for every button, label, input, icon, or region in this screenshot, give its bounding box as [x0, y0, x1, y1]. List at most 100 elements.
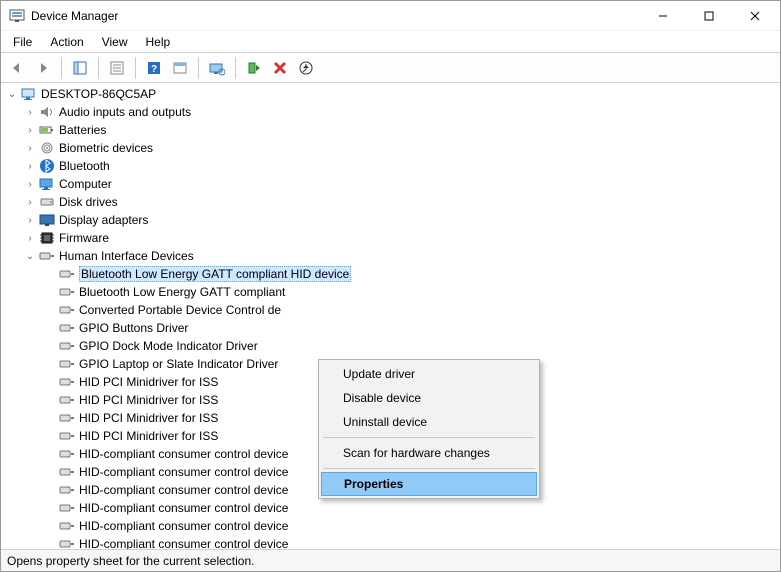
tree-root[interactable]: ⌄ DESKTOP-86QC5AP — [3, 85, 780, 103]
minimize-button[interactable] — [640, 1, 686, 31]
toolbar-action-button[interactable] — [168, 56, 192, 80]
hid-icon — [59, 338, 75, 354]
tree-category-label: Bluetooth — [59, 159, 110, 173]
tree-device-label: HID-compliant consumer control device — [79, 465, 288, 479]
window-title: Device Manager — [31, 9, 118, 23]
expand-icon[interactable]: › — [23, 197, 37, 208]
context-menu-properties[interactable]: Properties — [321, 472, 537, 496]
context-menu-disable-device[interactable]: Disable device — [321, 386, 537, 410]
tree-device-label: HID-compliant consumer control device — [79, 447, 288, 461]
toolbar-enable-button[interactable] — [242, 56, 266, 80]
expand-icon[interactable]: ⌄ — [5, 89, 19, 100]
toolbar-update-button[interactable] — [294, 56, 318, 80]
tree-category-label: Disk drives — [59, 195, 118, 209]
menu-view[interactable]: View — [94, 33, 136, 51]
expand-icon[interactable]: › — [23, 161, 37, 172]
tree-device-item[interactable]: GPIO Dock Mode Indicator Driver — [3, 337, 780, 355]
toolbar-back-button[interactable] — [5, 56, 29, 80]
tree-device-label: Bluetooth Low Energy GATT compliant HID … — [79, 266, 351, 282]
tree-category-label: Human Interface Devices — [59, 249, 194, 263]
disk-icon — [39, 194, 55, 210]
context-menu-uninstall-device[interactable]: Uninstall device — [321, 410, 537, 434]
expand-icon[interactable]: › — [23, 215, 37, 226]
menu-action[interactable]: Action — [42, 33, 91, 51]
expand-icon[interactable]: › — [23, 125, 37, 136]
tree-device-label: GPIO Buttons Driver — [79, 321, 188, 335]
statusbar-text: Opens property sheet for the current sel… — [7, 554, 254, 568]
toolbar-separator — [61, 57, 62, 79]
tree-device-item[interactable]: GPIO Buttons Driver — [3, 319, 780, 337]
tree-category-hid[interactable]: ⌄ Human Interface Devices — [3, 247, 780, 265]
tree-category-label: Display adapters — [59, 213, 148, 227]
tree-device-label: HID PCI Minidriver for ISS — [79, 375, 218, 389]
tree-device-label: HID-compliant consumer control device — [79, 537, 288, 549]
tree-device-label: GPIO Dock Mode Indicator Driver — [79, 339, 258, 353]
close-button[interactable] — [732, 1, 778, 31]
maximize-button[interactable] — [686, 1, 732, 31]
firmware-icon — [39, 230, 55, 246]
computer-icon — [39, 176, 55, 192]
display-icon — [39, 212, 55, 228]
tree-device-item[interactable]: Bluetooth Low Energy GATT compliant — [3, 283, 780, 301]
hid-icon — [59, 356, 75, 372]
tree-device-item[interactable]: HID-compliant consumer control device — [3, 517, 780, 535]
tree-category[interactable]: ›Batteries — [3, 121, 780, 139]
tree-category[interactable]: › Bluetooth — [3, 157, 780, 175]
bluetooth-icon — [39, 158, 55, 174]
hid-icon — [59, 374, 75, 390]
context-menu: Update driver Disable device Uninstall d… — [318, 359, 540, 499]
tree-device-label: GPIO Laptop or Slate Indicator Driver — [79, 357, 278, 371]
context-menu-separator — [323, 468, 535, 469]
expand-icon[interactable]: › — [23, 233, 37, 244]
hid-icon — [59, 410, 75, 426]
tree-device-item[interactable]: HID-compliant consumer control device — [3, 535, 780, 549]
hid-icon — [59, 518, 75, 534]
context-menu-scan-hardware[interactable]: Scan for hardware changes — [321, 441, 537, 465]
toolbar-help-button[interactable]: ? — [142, 56, 166, 80]
tree-category[interactable]: › Disk drives — [3, 193, 780, 211]
svg-text:?: ? — [151, 64, 157, 75]
expand-icon[interactable]: › — [23, 143, 37, 154]
fingerprint-icon — [39, 140, 55, 156]
toolbar-show-hide-tree-button[interactable] — [68, 56, 92, 80]
toolbar-scan-hardware-button[interactable] — [205, 56, 229, 80]
hid-icon — [59, 428, 75, 444]
menu-file[interactable]: File — [5, 33, 40, 51]
toolbar-forward-button[interactable] — [31, 56, 55, 80]
hid-icon — [59, 266, 75, 282]
tree-category-label: Computer — [59, 177, 112, 191]
tree-device-label: HID-compliant consumer control device — [79, 483, 288, 497]
tree-device-label: HID PCI Minidriver for ISS — [79, 393, 218, 407]
toolbar-uninstall-button[interactable] — [268, 56, 292, 80]
tree-category[interactable]: › Computer — [3, 175, 780, 193]
content-area: ⌄ DESKTOP-86QC5AP ›Audio inputs and outp… — [1, 83, 780, 549]
hid-icon — [59, 392, 75, 408]
tree-device-item[interactable]: Bluetooth Low Energy GATT compliant HID … — [3, 265, 780, 283]
tree-device-item[interactable]: Converted Portable Device Control de — [3, 301, 780, 319]
expand-icon[interactable]: › — [23, 179, 37, 190]
expand-icon[interactable]: › — [23, 107, 37, 118]
menubar: File Action View Help — [1, 31, 780, 53]
toolbar-separator — [98, 57, 99, 79]
tree-device-label: Converted Portable Device Control de — [79, 303, 281, 317]
tree-category[interactable]: ›Firmware — [3, 229, 780, 247]
tree-device-item[interactable]: HID-compliant consumer control device — [3, 499, 780, 517]
hid-icon — [59, 320, 75, 336]
tree-category[interactable]: › Display adapters — [3, 211, 780, 229]
toolbar-properties-button[interactable] — [105, 56, 129, 80]
menu-help[interactable]: Help — [138, 33, 179, 51]
tree-device-label: HID PCI Minidriver for ISS — [79, 411, 218, 425]
expand-icon[interactable]: ⌄ — [23, 251, 37, 262]
titlebar: Device Manager — [1, 1, 780, 31]
toolbar: ? — [1, 53, 780, 83]
tree-category[interactable]: ›Audio inputs and outputs — [3, 103, 780, 121]
context-menu-update-driver[interactable]: Update driver — [321, 362, 537, 386]
hid-icon — [59, 446, 75, 462]
hid-icon — [59, 302, 75, 318]
computer-icon — [21, 86, 37, 102]
tree-root-label: DESKTOP-86QC5AP — [41, 87, 156, 101]
hid-icon — [59, 500, 75, 516]
tree-device-label: HID PCI Minidriver for ISS — [79, 429, 218, 443]
tree-category[interactable]: ›Biometric devices — [3, 139, 780, 157]
toolbar-separator — [235, 57, 236, 79]
